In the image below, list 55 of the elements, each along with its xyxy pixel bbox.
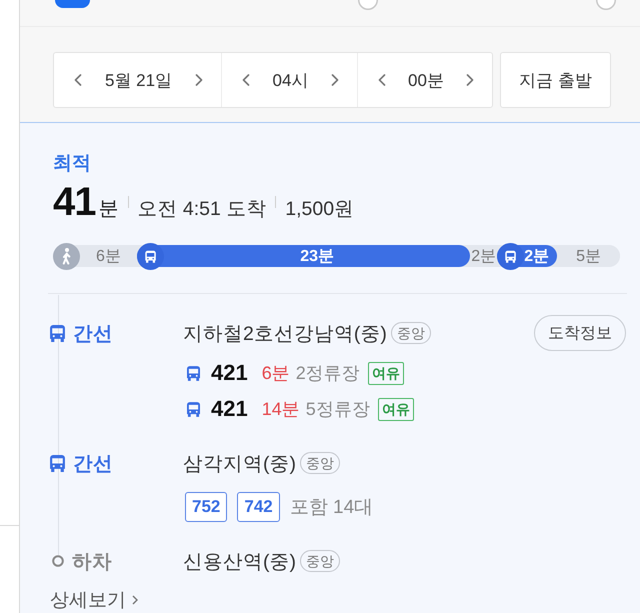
next-button[interactable] <box>330 74 339 86</box>
ring-icon <box>52 555 64 567</box>
station-name: 삼각지역(중) <box>183 452 296 476</box>
bus-icon <box>187 366 200 380</box>
route-count: 포함 14대 <box>290 496 374 520</box>
bus-icon <box>187 402 200 416</box>
previous-button[interactable] <box>74 74 82 86</box>
arrival-eta: 14분 <box>262 398 300 421</box>
walking-person-icon <box>53 242 80 270</box>
picker-value: 5월 21일 <box>104 70 172 92</box>
lane-badge: 중앙 <box>390 322 431 344</box>
stops-away: 2정류장 <box>296 362 360 385</box>
picker-value: 04시 <box>272 70 308 92</box>
step-type: 간선 <box>73 452 113 476</box>
chevron-left-icon <box>74 74 82 86</box>
chevron-left-icon <box>378 74 386 86</box>
bus-icon <box>50 454 65 472</box>
crowding-tag: 여유 <box>368 362 404 384</box>
details-link[interactable]: 상세보기 <box>50 587 138 613</box>
arrival-time: 오전 4:51 도착 <box>138 197 266 222</box>
segment-duration: 5분 <box>575 246 602 266</box>
lane-badge: 중앙 <box>300 452 340 474</box>
fare: 1,500원 <box>285 197 354 222</box>
duration-unit: 분 <box>98 197 118 222</box>
previous-button[interactable] <box>242 74 250 86</box>
segment-duration: 6분 <box>95 246 122 266</box>
chevron-right-icon <box>195 74 203 86</box>
stops-away: 5정류장 <box>306 398 370 421</box>
route-number-tag[interactable]: 752 <box>185 492 228 522</box>
duration-value: 41 <box>53 181 96 223</box>
step-type: 간선 <box>73 322 113 346</box>
station-name: 지하철2호선강남역(중) <box>183 322 387 346</box>
bus-icon <box>50 324 65 342</box>
arrival-info-button[interactable]: 도착정보 <box>534 315 626 351</box>
segment-duration: 2분 <box>524 246 550 266</box>
step-type: 하차 <box>72 550 112 574</box>
chevron-right-icon <box>330 74 339 86</box>
segment-duration: 23분 <box>299 246 335 266</box>
station-name: 신용산역(중) <box>183 550 296 574</box>
segment-duration: 2분 <box>470 246 498 266</box>
picker-value: 00분 <box>408 70 444 92</box>
lane-badge: 중앙 <box>300 550 340 572</box>
arrival-eta: 6분 <box>262 362 290 385</box>
previous-button[interactable] <box>378 74 386 86</box>
depart-now-button[interactable]: 지금 출발 <box>500 52 611 108</box>
next-button[interactable] <box>195 74 203 86</box>
route-tag: 최적 <box>53 152 91 175</box>
bus-number: 421 <box>211 396 248 422</box>
route-number-tag[interactable]: 742 <box>237 492 280 522</box>
chevron-right-icon <box>132 595 138 605</box>
bus-number: 421 <box>211 360 248 386</box>
next-button[interactable] <box>466 74 474 86</box>
chevron-right-icon <box>466 74 474 86</box>
chevron-left-icon <box>242 74 250 86</box>
crowding-tag: 여유 <box>378 398 414 420</box>
